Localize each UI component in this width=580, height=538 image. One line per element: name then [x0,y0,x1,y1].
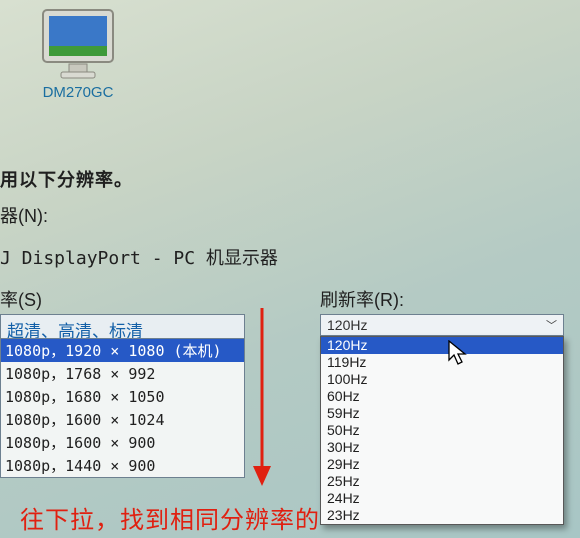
device-value: J DisplayPort - PC 机显示器 [0,244,278,270]
chevron-down-icon: ﹀ [546,317,557,333]
resolution-group-header[interactable]: 超清、高清、标清 [0,314,245,338]
annotation-instruction-text: 往下拉，找到相同分辨率的 [20,500,320,535]
resolution-option[interactable]: 1080p，1920 × 1080 (本机) [1,339,244,362]
refresh-rate-label: 刷新率(R): [320,286,404,312]
resolution-listbox[interactable]: 1080p，1920 × 1080 (本机)1080p，1768 × 99210… [0,338,245,478]
monitor-device-icon-block[interactable]: DM270GC [28,8,128,101]
annotation-arrow-down-icon [250,308,274,491]
resolution-option[interactable]: 1080p，1768 × 992 [1,362,244,385]
refresh-rate-option[interactable]: 120Hz [321,337,563,354]
monitor-icon [28,8,128,80]
refresh-rate-selected-value: 120Hz [327,317,367,333]
refresh-rate-option[interactable]: 60Hz [321,388,563,405]
resolution-option[interactable]: 1080p，1440 × 900 [1,454,244,477]
section-heading: 用以下分辨率。 [0,166,133,192]
refresh-rate-option[interactable]: 50Hz [321,422,563,439]
refresh-rate-option[interactable]: 29Hz [321,456,563,473]
refresh-rate-option[interactable]: 119Hz [321,354,563,371]
refresh-rate-combobox[interactable]: 120Hz ﹀ [320,314,564,336]
refresh-rate-option[interactable]: 30Hz [321,439,563,456]
resolution-option[interactable]: 1080p，1680 × 1050 [1,385,244,408]
refresh-rate-dropdown[interactable]: 120Hz119Hz100Hz60Hz59Hz50Hz30Hz29Hz25Hz2… [320,336,564,525]
refresh-rate-option[interactable]: 25Hz [321,473,563,490]
refresh-rate-option[interactable]: 23Hz [321,507,563,524]
refresh-rate-option[interactable]: 59Hz [321,405,563,422]
refresh-rate-option[interactable]: 100Hz [321,371,563,388]
device-label: 器(N): [0,202,48,228]
resolution-option[interactable]: 1080p，1600 × 900 [1,431,244,454]
refresh-rate-option[interactable]: 24Hz [321,490,563,507]
resolution-rate-label: 率(S) [0,286,42,312]
resolution-option[interactable]: 1080p，1600 × 1024 [1,408,244,431]
monitor-label: DM270GC [28,84,128,101]
